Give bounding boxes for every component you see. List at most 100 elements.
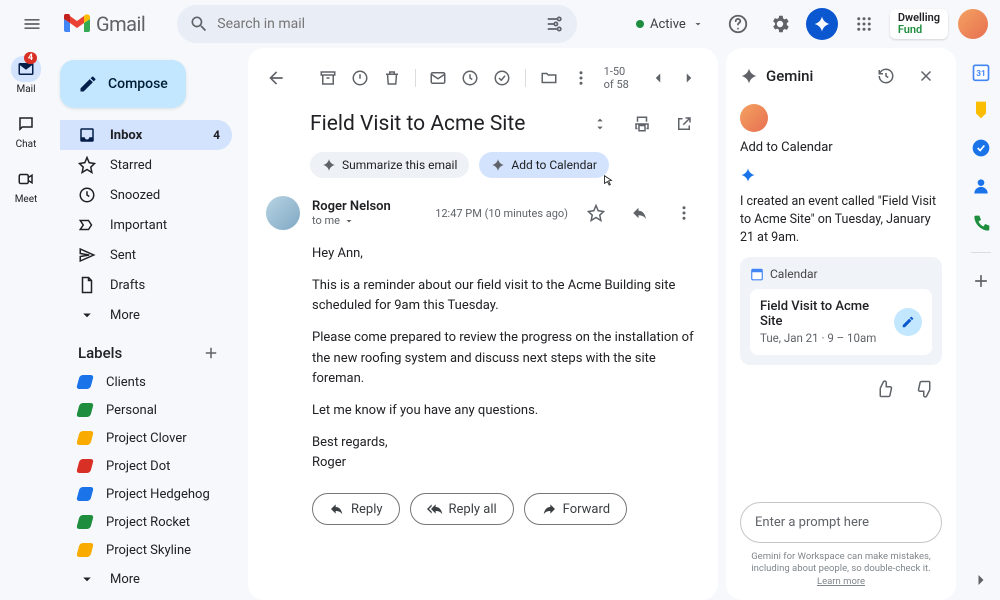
gmail-logo[interactable]: Gmail	[60, 12, 145, 36]
labels-header: Labels	[78, 344, 122, 362]
gemini-input[interactable]: Enter a prompt here	[740, 502, 942, 543]
chevron-down-icon	[692, 18, 704, 30]
label-item[interactable]: Project Rocket	[60, 508, 232, 536]
label-color-icon	[76, 431, 94, 445]
add-calendar-chip[interactable]: Add to Calendar	[479, 152, 609, 178]
labels-more[interactable]: More	[60, 564, 232, 594]
sender-name: Roger Nelson	[312, 199, 423, 214]
sender-avatar[interactable]	[266, 196, 300, 230]
learn-more-link[interactable]: Learn more	[817, 576, 865, 587]
apps-button[interactable]	[848, 8, 880, 40]
rail-meet[interactable]: Meet	[11, 166, 41, 205]
chevron-down-icon	[78, 570, 96, 588]
star-button[interactable]	[580, 197, 612, 229]
label-name: Project Skyline	[106, 543, 191, 558]
reply-button-top[interactable]	[624, 197, 656, 229]
reply-all-button[interactable]: Reply all	[410, 493, 514, 525]
label-name: Project Dot	[106, 459, 170, 474]
recipient-toggle[interactable]: to me	[312, 214, 423, 227]
snooze-button[interactable]	[461, 62, 479, 94]
email-subject: Field Visit to Acme Site	[310, 112, 574, 136]
label-name: Clients	[106, 375, 146, 390]
forward-button[interactable]: Forward	[524, 493, 627, 525]
add-apps-button[interactable]	[971, 271, 991, 291]
spam-button[interactable]	[351, 62, 369, 94]
file-icon	[78, 276, 96, 294]
add-label-button[interactable]	[202, 344, 220, 362]
label-item[interactable]: Project Clover	[60, 424, 232, 452]
rail-mail[interactable]: 4 Mail	[11, 56, 41, 95]
help-button[interactable]	[722, 8, 754, 40]
label-color-icon	[76, 543, 94, 557]
main-menu-button[interactable]	[12, 4, 52, 44]
back-button[interactable]	[266, 62, 286, 94]
spark-icon	[740, 167, 942, 183]
gemini-title: Gemini	[766, 67, 862, 85]
send-icon	[78, 246, 96, 264]
summarize-chip[interactable]: Summarize this email	[310, 152, 469, 178]
edit-event-button[interactable]	[894, 308, 922, 336]
thumbs-down-button[interactable]	[910, 373, 942, 405]
account-avatar[interactable]	[958, 9, 988, 39]
contacts-app-button[interactable]	[971, 176, 991, 196]
settings-button[interactable]	[764, 8, 796, 40]
reply-button[interactable]: Reply	[312, 493, 400, 525]
search-input[interactable]	[217, 16, 537, 32]
email-body: Hey Ann, This is a reminder about our fi…	[266, 230, 700, 485]
spark-icon	[491, 158, 505, 172]
label-item[interactable]: Project Skyline	[60, 536, 232, 564]
add-task-button[interactable]	[493, 62, 511, 94]
keep-app-button[interactable]	[971, 100, 991, 120]
label-item[interactable]: Clients	[60, 368, 232, 396]
voice-app-button[interactable]	[971, 214, 991, 234]
history-button[interactable]	[870, 60, 902, 92]
nav-inbox[interactable]: Inbox4	[60, 120, 232, 150]
nav-sent[interactable]: Sent	[60, 240, 232, 270]
mark-unread-button[interactable]	[429, 62, 447, 94]
label-item[interactable]: Project Dot	[60, 452, 232, 480]
nav-starred[interactable]: Starred	[60, 150, 232, 180]
move-button[interactable]	[540, 62, 558, 94]
expand-button[interactable]	[584, 108, 616, 140]
search-options-icon[interactable]	[545, 14, 565, 34]
org-badge[interactable]: Dwelling Fund	[890, 9, 948, 39]
next-page-button[interactable]	[679, 62, 701, 94]
label-item[interactable]: Personal	[60, 396, 232, 424]
gemini-disclaimer: Gemini for Workspace can make mistakes, …	[740, 551, 942, 588]
more-actions-button[interactable]	[572, 62, 590, 94]
rail-chat[interactable]: Chat	[11, 111, 41, 150]
forward-icon	[541, 501, 557, 517]
prev-page-button[interactable]	[647, 62, 669, 94]
collapse-side-panel-button[interactable]	[971, 570, 991, 590]
delete-button[interactable]	[383, 62, 401, 94]
chevron-down-icon	[78, 306, 96, 324]
open-window-button[interactable]	[668, 108, 700, 140]
print-button[interactable]	[626, 108, 658, 140]
nav-more[interactable]: More	[60, 300, 232, 330]
inbox-icon	[78, 126, 96, 144]
label-color-icon	[76, 375, 94, 389]
app-name: Gmail	[96, 12, 145, 36]
search-bar[interactable]	[177, 5, 577, 43]
gemini-user-prompt: Add to Calendar	[740, 140, 942, 155]
nav-drafts[interactable]: Drafts	[60, 270, 232, 300]
tasks-app-button[interactable]	[971, 138, 991, 158]
nav-snoozed[interactable]: Snoozed	[60, 180, 232, 210]
status-chip[interactable]: Active	[628, 13, 712, 36]
thumbs-up-button[interactable]	[868, 373, 900, 405]
nav-important[interactable]: Important	[60, 210, 232, 240]
label-color-icon	[76, 487, 94, 501]
important-icon	[78, 216, 96, 234]
label-name: Project Hedgehog	[106, 487, 210, 502]
reply-icon	[329, 501, 345, 517]
message-more-button[interactable]	[668, 197, 700, 229]
event-title: Field Visit to Acme Site	[760, 299, 886, 329]
calendar-app-button[interactable]: 31	[971, 62, 991, 82]
compose-button[interactable]: Compose	[60, 60, 186, 108]
gemini-response: I created an event called "Field Visit t…	[740, 193, 942, 247]
archive-button[interactable]	[319, 62, 337, 94]
close-gemini-button[interactable]	[910, 60, 942, 92]
label-item[interactable]: Project Hedgehog	[60, 480, 232, 508]
clock-icon	[78, 186, 96, 204]
gemini-button[interactable]	[806, 8, 838, 40]
